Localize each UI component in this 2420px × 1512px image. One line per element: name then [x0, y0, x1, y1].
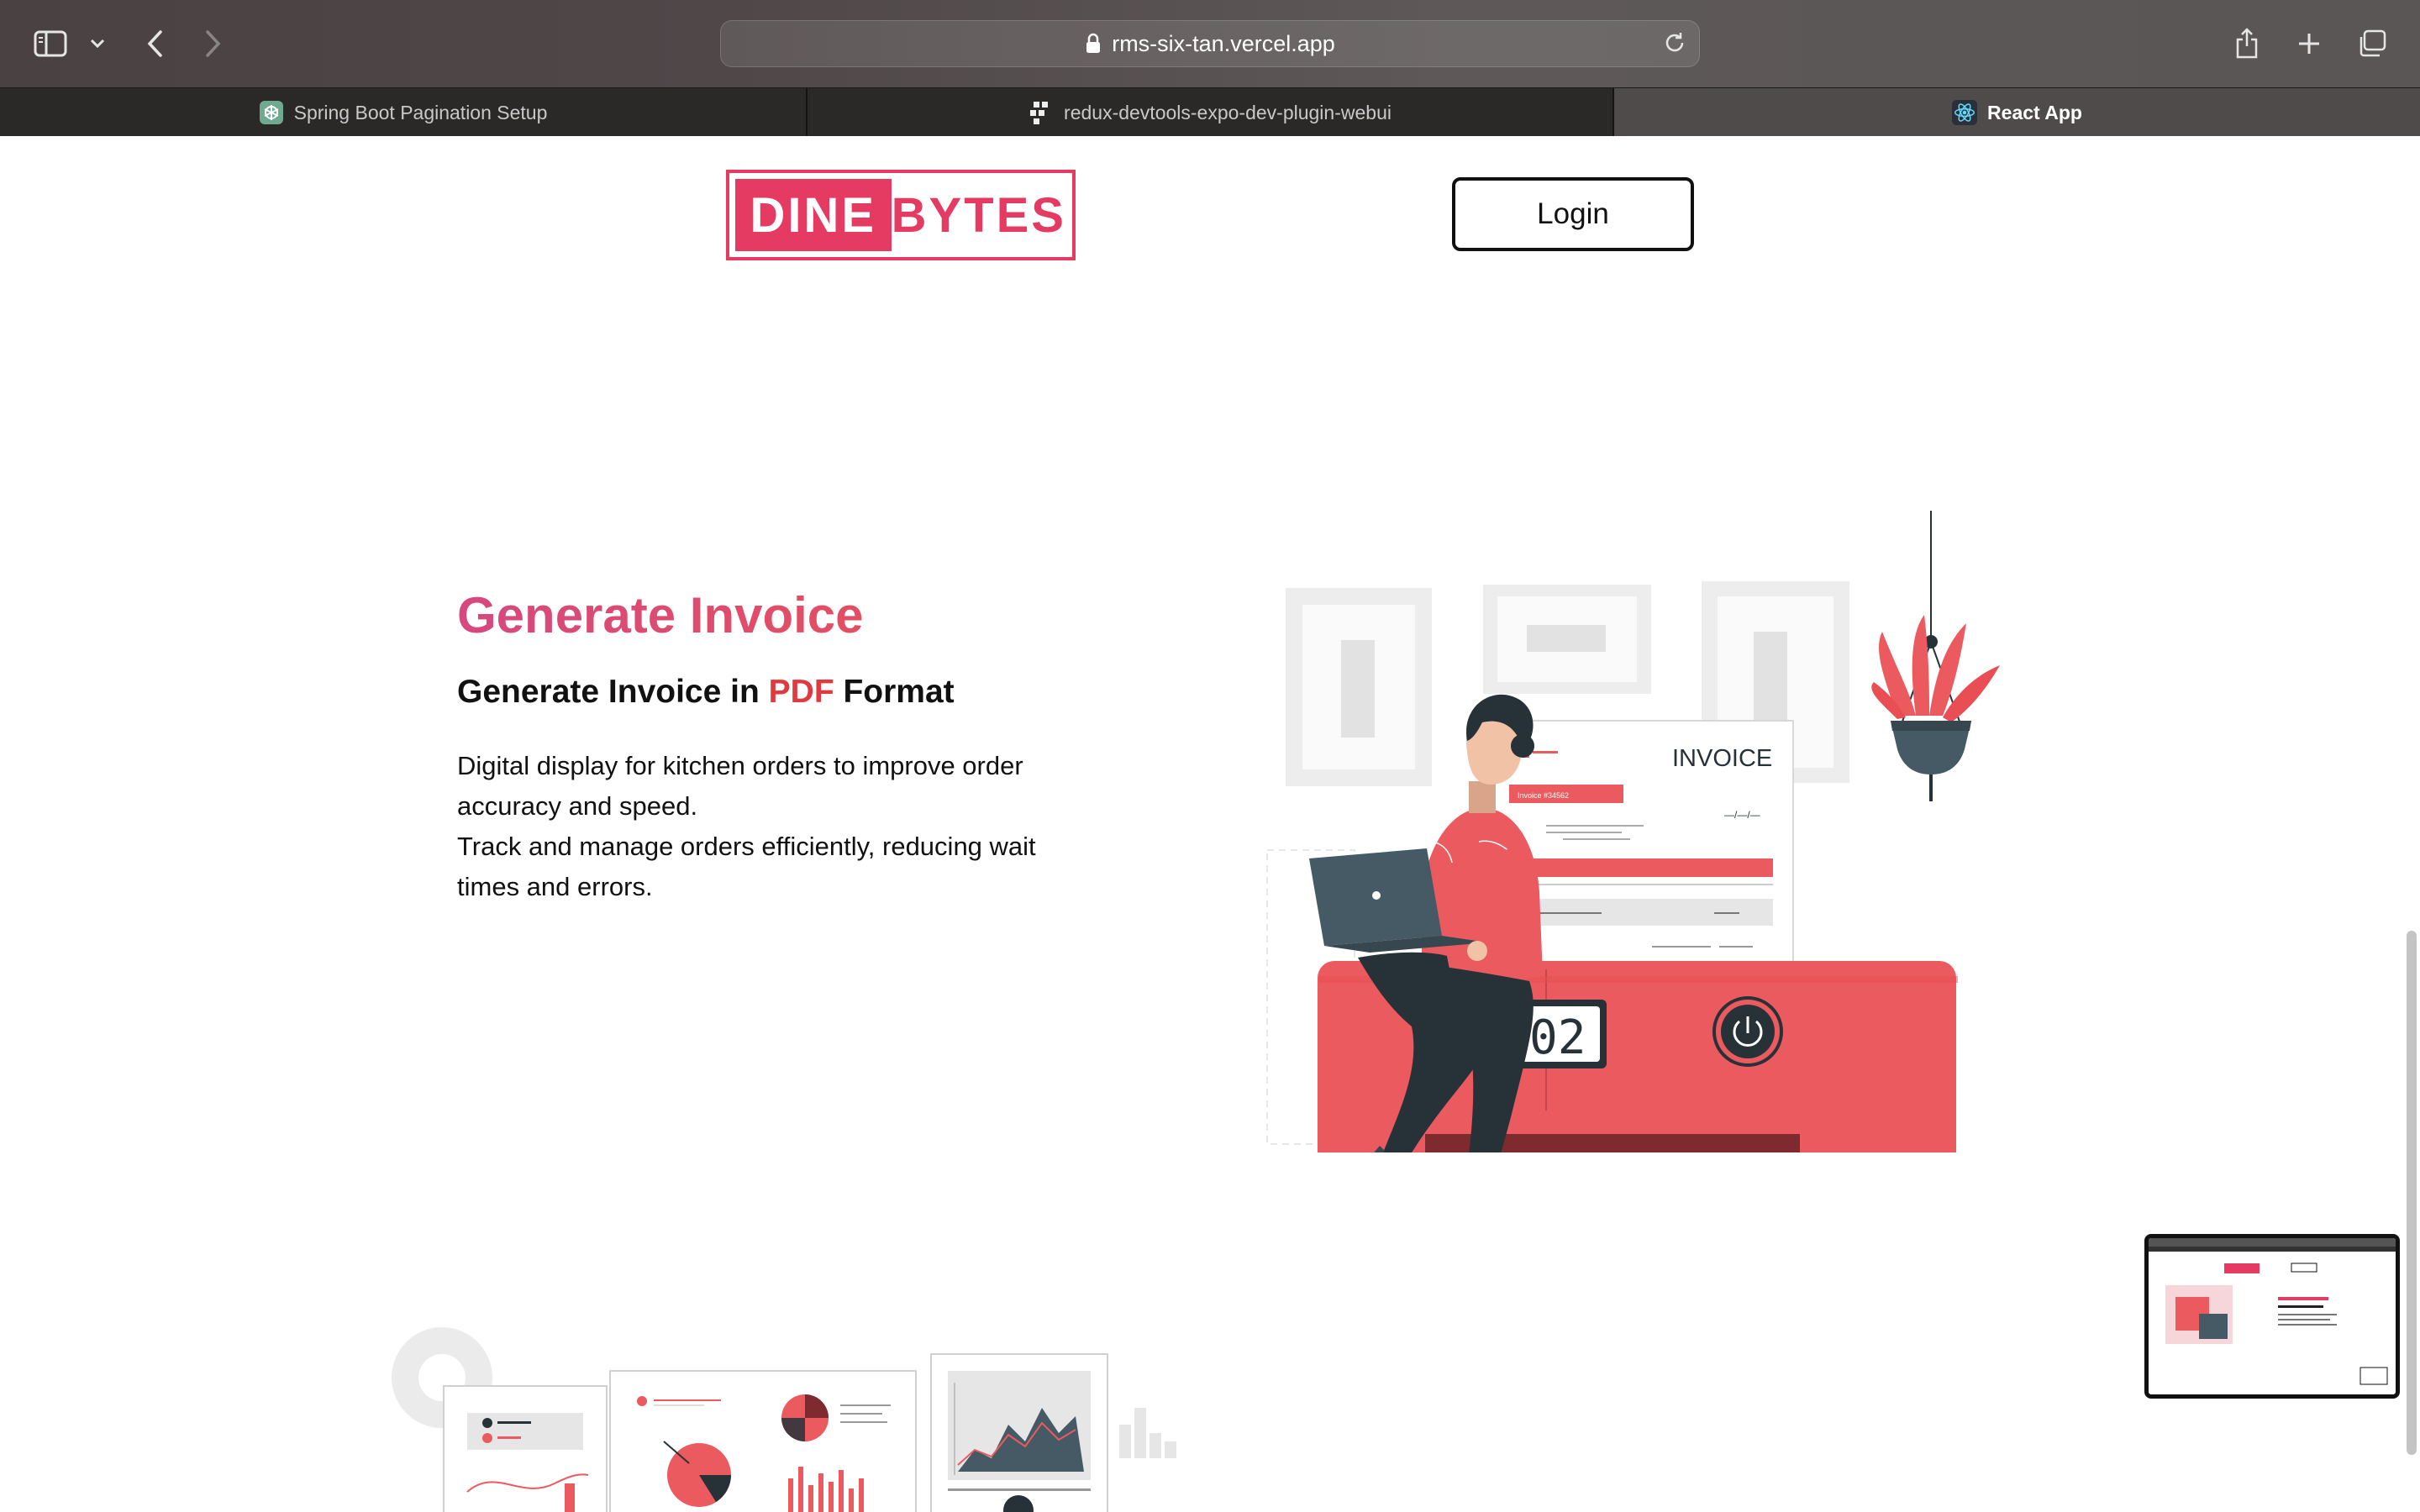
address-bar[interactable]: rms-six-tan.vercel.app	[720, 20, 1700, 67]
description-line: Track and manage orders efficiently, red…	[457, 832, 1036, 901]
forward-icon[interactable]	[198, 25, 229, 62]
tab-spring-boot[interactable]: Spring Boot Pagination Setup	[0, 88, 806, 137]
tab-react-app[interactable]: React App	[1612, 88, 2420, 137]
invoice-heading: INVOICE	[1672, 745, 1772, 772]
sidebar-toggle-icon[interactable]	[32, 25, 69, 62]
dinebytes-logo[interactable]: DINE BYTES	[726, 170, 1076, 260]
browser-toolbar: rms-six-tan.vercel.app	[0, 0, 2420, 87]
expo-icon	[1028, 100, 1054, 125]
invoice-date: —/—/—	[1724, 809, 1760, 821]
printer: 02	[1318, 961, 1958, 1152]
description-line: Digital display for kitchen orders to im…	[457, 751, 1023, 821]
subtitle-before: Generate Invoice in	[457, 674, 769, 710]
back-icon[interactable]	[139, 25, 170, 62]
card-area-chart	[930, 1353, 1108, 1512]
new-tab-icon[interactable]	[2291, 25, 2328, 62]
card-list	[443, 1385, 608, 1512]
logo-dine: DINE	[735, 179, 892, 251]
preview-snapshot	[2149, 1238, 2396, 1385]
lock-icon	[1085, 33, 1102, 55]
url-text: rms-six-tan.vercel.app	[1112, 30, 1335, 56]
invoice-number: Invoice #34562	[1518, 791, 1569, 800]
reload-icon[interactable]	[1662, 30, 1687, 61]
analytics-illustration	[392, 1327, 1176, 1512]
tab-label: React App	[1987, 101, 2082, 123]
tab-redux-devtools[interactable]: redux-devtools-expo-dev-plugin-webui	[806, 88, 1612, 137]
invoice-illustration: INVOICE Invoice #34562 —/—/— 02	[1266, 511, 2000, 1152]
hero-description: Digital display for kitchen orders to im…	[457, 746, 1096, 907]
chevron-down-icon[interactable]	[87, 32, 108, 55]
printer-counter: 02	[1529, 1011, 1586, 1065]
window-preview-thumbnail[interactable]	[2144, 1234, 2400, 1399]
card-pie	[609, 1370, 917, 1512]
hero-subtitle: Generate Invoice in PDF Format	[457, 674, 955, 711]
subtitle-highlight: PDF	[768, 674, 834, 710]
tab-bar: Spring Boot Pagination Setup redux-devto…	[0, 87, 2420, 138]
page-content: DINE BYTES Login Generate Invoice Genera…	[0, 136, 2420, 1512]
login-button[interactable]: Login	[1452, 177, 1694, 251]
share-icon[interactable]	[2228, 24, 2265, 62]
hero-title: Generate Invoice	[457, 587, 864, 643]
hanging-plant	[1871, 511, 2000, 801]
react-icon	[1952, 100, 1978, 125]
tab-label: Spring Boot Pagination Setup	[293, 101, 548, 123]
tab-overview-icon[interactable]	[2353, 25, 2391, 62]
subtitle-after: Format	[834, 674, 955, 710]
openai-icon	[259, 100, 284, 125]
page-scrollbar[interactable]	[2407, 931, 2417, 1455]
logo-bytes: BYTES	[891, 187, 1066, 243]
tab-label: redux-devtools-expo-dev-plugin-webui	[1064, 101, 1392, 123]
